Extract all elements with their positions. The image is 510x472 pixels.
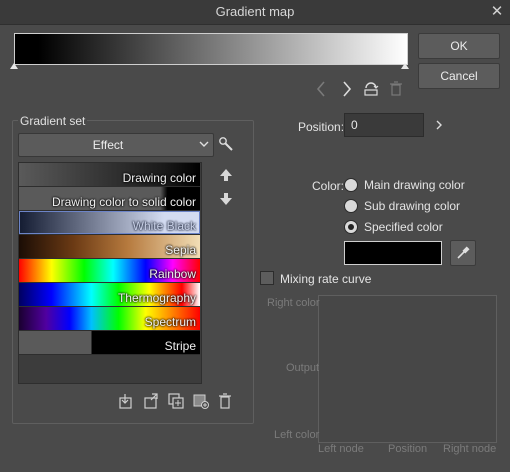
gradient-row-label: Rainbow bbox=[149, 267, 196, 281]
gradient-row-label: Drawing color to solid color bbox=[51, 195, 196, 209]
left-color-label: Left color bbox=[274, 429, 320, 441]
selected-row-highlight bbox=[19, 211, 200, 234]
move-up-icon[interactable] bbox=[219, 168, 233, 182]
gradient-row-label: Thermography bbox=[117, 291, 196, 305]
trash-icon[interactable] bbox=[388, 81, 404, 99]
gradient-row[interactable]: Rainbow bbox=[19, 259, 200, 283]
cancel-button[interactable]: Cancel bbox=[418, 63, 500, 89]
mixing-rate-label: Mixing rate curve bbox=[280, 272, 372, 286]
dialog-title: Gradient map bbox=[215, 4, 295, 19]
right-node-label: Right node bbox=[443, 443, 497, 455]
flip-icon[interactable] bbox=[362, 81, 380, 99]
export-icon[interactable] bbox=[143, 393, 159, 409]
wrench-icon[interactable] bbox=[218, 136, 234, 152]
left-node-label: Left node bbox=[318, 443, 364, 455]
chevron-left-icon[interactable] bbox=[313, 80, 329, 100]
gradient-row-label: Sepia bbox=[165, 243, 196, 257]
graph-position-label: Position bbox=[388, 443, 428, 455]
position-label: Position: bbox=[298, 120, 345, 134]
gradient-row[interactable]: Spectrum bbox=[19, 307, 200, 331]
gradient-row[interactable]: Stripe bbox=[19, 331, 200, 355]
gradient-set-dropdown-value: Effect bbox=[92, 138, 124, 152]
radio-specified-color-label: Specified color bbox=[364, 220, 443, 234]
gradient-preview-bar[interactable] bbox=[14, 33, 408, 65]
radio-main-drawing-color-label: Main drawing color bbox=[364, 178, 465, 192]
gradient-row-label: Spectrum bbox=[144, 315, 196, 329]
gradient-set-title: Gradient set bbox=[18, 114, 88, 128]
mixing-rate-checkbox[interactable] bbox=[260, 271, 274, 285]
import-icon[interactable] bbox=[118, 393, 134, 409]
color-label: Color: bbox=[312, 179, 345, 193]
gradient-row[interactable]: Thermography bbox=[19, 283, 200, 307]
radio-sub-drawing-color[interactable] bbox=[344, 199, 358, 213]
ok-button[interactable]: OK bbox=[418, 33, 500, 59]
move-down-icon[interactable] bbox=[219, 192, 233, 206]
radio-sub-drawing-color-label: Sub drawing color bbox=[364, 199, 461, 213]
right-color-label: Right color bbox=[267, 297, 320, 309]
gradient-row-label: Stripe bbox=[164, 339, 196, 353]
close-icon[interactable]: ✕ bbox=[488, 3, 506, 21]
delete-gradient-icon[interactable] bbox=[218, 393, 234, 409]
chevron-right-icon[interactable] bbox=[339, 80, 355, 100]
gradient-node-right[interactable] bbox=[401, 63, 409, 69]
color-swatch[interactable] bbox=[344, 241, 442, 265]
position-input[interactable]: 0 bbox=[344, 113, 424, 137]
chevron-right-icon[interactable] bbox=[434, 119, 446, 131]
add-gradient-icon[interactable] bbox=[193, 393, 209, 409]
gradient-row[interactable]: Sepia bbox=[19, 235, 200, 259]
gradient-row[interactable]: Drawing color to solid color bbox=[19, 187, 200, 211]
radio-selected-dot bbox=[348, 224, 354, 230]
eyedropper-button[interactable] bbox=[450, 240, 476, 266]
duplicate-icon[interactable] bbox=[168, 393, 184, 409]
output-label: Output bbox=[286, 362, 320, 374]
mixing-curve-graph[interactable] bbox=[318, 295, 497, 443]
gradient-node-left[interactable] bbox=[10, 63, 18, 69]
chevron-down-icon[interactable] bbox=[198, 138, 210, 150]
gradient-row[interactable]: Drawing color bbox=[19, 163, 200, 187]
radio-main-drawing-color[interactable] bbox=[344, 178, 358, 192]
gradient-row-label: Drawing color bbox=[122, 171, 196, 185]
